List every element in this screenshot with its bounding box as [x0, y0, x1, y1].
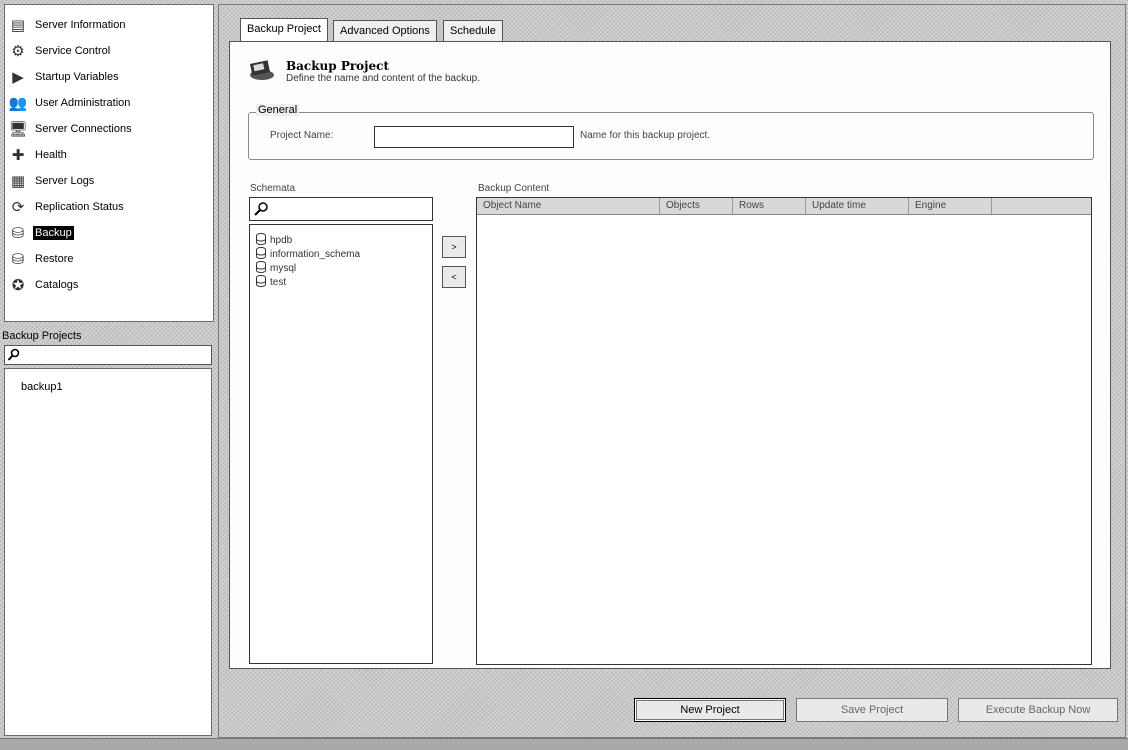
search-icon [7, 348, 20, 361]
schema-name: mysql [270, 263, 297, 274]
database-icon [256, 275, 266, 290]
schemata-search-input[interactable] [249, 197, 433, 221]
schemata-list: hpdb information_schemamysql test [249, 224, 433, 664]
sidebar-item-label: Service Control [35, 45, 111, 57]
sidebar-item-label: Startup Variables [35, 71, 119, 83]
column-header[interactable]: Engine [909, 198, 992, 214]
backup-projects-label: Backup Projects [2, 330, 82, 342]
execute-backup-button[interactable]: Execute Backup Now [958, 698, 1118, 722]
save-project-button[interactable]: Save Project [796, 698, 948, 722]
add-schema-button[interactable]: > [442, 236, 466, 258]
column-header[interactable]: Object Name [477, 198, 660, 214]
search-icon [254, 202, 268, 216]
sidebar-item-label: User Administration [35, 97, 131, 109]
schemata-label: Schemata [250, 183, 296, 194]
schema-item[interactable]: information_schema [256, 247, 360, 262]
replication-icon: ⟳ [11, 198, 25, 216]
sidebar-item-startup-variables[interactable]: ▶ Startup Variables [7, 65, 121, 89]
schema-item[interactable]: mysql [256, 261, 296, 276]
backup-content-header: Object Name Objects Rows Update time Engine [477, 198, 1091, 215]
schema-name: hpdb [270, 235, 293, 246]
project-name-hint: Name for this backup project. [580, 130, 711, 141]
column-header[interactable]: Objects [660, 198, 733, 214]
tab-advanced-options[interactable]: Advanced Options [333, 20, 437, 41]
sidebar-item-backup[interactable]: ⛁ Backup [7, 221, 74, 245]
backup-content-label: Backup Content [478, 183, 550, 194]
backup-projects-search[interactable] [4, 345, 212, 365]
schema-item[interactable]: hpdb [256, 233, 292, 248]
status-bar [0, 738, 1128, 750]
health-icon: ✚ [11, 146, 25, 164]
catalogs-icon: ✪ [11, 276, 25, 294]
database-icon [256, 247, 266, 262]
users-icon: 👥 [8, 94, 28, 112]
schema-name: information_schema [270, 249, 361, 260]
sidebar-item-user-administration[interactable]: 👥 User Administration [7, 91, 132, 115]
schema-item[interactable]: test [256, 275, 286, 290]
general-legend: General [256, 104, 300, 116]
navigation-panel: ▤ Server Information ⚙ Service Control ▶ Star… [4, 4, 214, 322]
sidebar-item-label: Backup [33, 226, 74, 240]
logs-icon: ▦ [10, 172, 26, 190]
service-control-icon: ⚙ [11, 42, 25, 60]
sidebar-item-replication-status[interactable]: ⟳ Replication Status [7, 195, 126, 219]
project-name-input[interactable] [374, 126, 574, 148]
sidebar-item-server-information[interactable]: ▤ Server Information [7, 13, 127, 37]
database-icon [256, 233, 266, 248]
project-name-label: Project Name: [270, 130, 334, 141]
restore-icon: ⛁ [11, 250, 25, 268]
sidebar-item-label: Server Connections [35, 123, 132, 135]
column-header[interactable]: Update time [806, 198, 909, 214]
sidebar-item-server-connections[interactable]: 🖥 Server Connections [7, 117, 134, 141]
new-project-button[interactable]: New Project [634, 698, 786, 722]
backup-icon: ⛁ [11, 224, 25, 242]
startup-variables-icon: ▶ [12, 68, 24, 86]
sidebar-item-label: Replication Status [35, 201, 124, 213]
page-title: Backup Project [286, 59, 390, 73]
sidebar-item-server-logs[interactable]: ▦ Server Logs [7, 169, 96, 193]
sidebar-item-health[interactable]: ✚ Health [7, 143, 69, 167]
backup-content-tree: Object Name Objects Rows Update time Engine [476, 197, 1092, 665]
page-subtitle: Define the name and content of the backu… [286, 73, 481, 84]
sidebar-item-label: Catalogs [35, 279, 79, 291]
connections-icon: 🖥 [8, 120, 28, 138]
sidebar-item-label: Health [35, 149, 67, 161]
database-icon [256, 261, 266, 276]
sidebar-item-label: Server Logs [35, 175, 95, 187]
sidebar-item-service-control[interactable]: ⚙ Service Control [7, 39, 112, 63]
sidebar-item-restore[interactable]: ⛁ Restore [7, 247, 76, 271]
sidebar-item-label: Server Information [35, 19, 126, 31]
backup-project-item[interactable]: backup1 [21, 381, 63, 393]
tab-schedule[interactable]: Schedule [443, 20, 503, 41]
backup-header-icon [249, 60, 274, 80]
remove-schema-button[interactable]: < [442, 266, 466, 288]
backup-projects-list: backup1 [4, 368, 212, 736]
column-header[interactable]: Rows [733, 198, 806, 214]
tab-backup-project[interactable]: Backup Project [240, 18, 328, 42]
server-info-icon: ▤ [10, 16, 26, 34]
sidebar-item-label: Restore [35, 253, 74, 265]
sidebar-item-catalogs[interactable]: ✪ Catalogs [7, 273, 80, 297]
schema-name: test [270, 277, 287, 288]
